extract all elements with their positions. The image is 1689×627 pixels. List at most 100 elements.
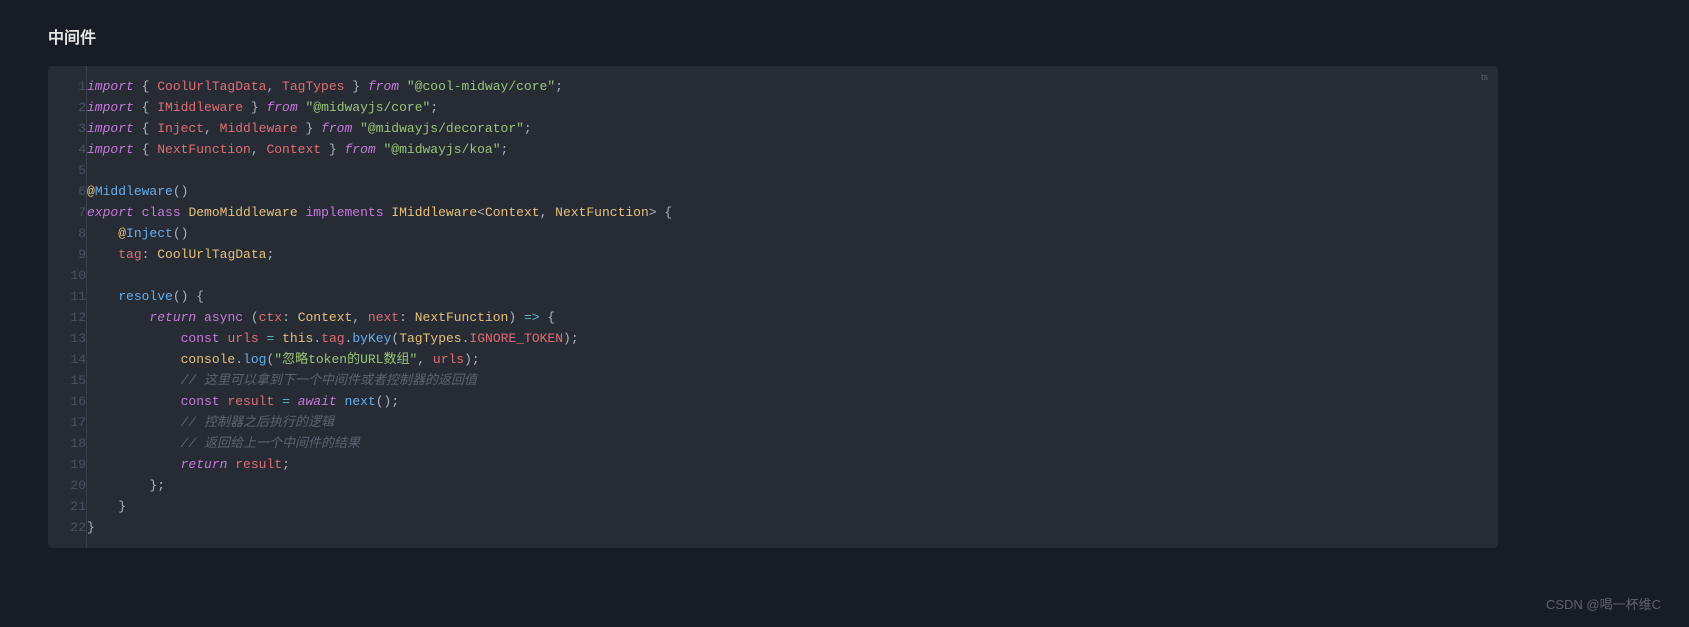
line-number: 1 — [48, 66, 87, 97]
line-number: 7 — [48, 202, 87, 223]
line-number: 21 — [48, 496, 87, 517]
code-listing: 1import { CoolUrlTagData, TagTypes } fro… — [48, 66, 1498, 548]
token: ; — [266, 247, 274, 262]
token — [87, 226, 118, 241]
code-line: 21 } — [48, 496, 1498, 517]
token: , — [266, 79, 282, 94]
token: } — [298, 121, 321, 136]
line-content: // 返回给上一个中间件的结果 — [87, 433, 1499, 454]
code-line: 20 }; — [48, 475, 1498, 496]
line-number: 8 — [48, 223, 87, 244]
token: ); — [563, 331, 579, 346]
token: IMiddleware — [157, 100, 243, 115]
code-line: 10 — [48, 265, 1498, 286]
token: { — [134, 79, 157, 94]
token: result — [235, 457, 282, 472]
token: IMiddleware — [391, 205, 477, 220]
token: Middleware — [95, 184, 173, 199]
code-line: 2import { IMiddleware } from "@midwayjs/… — [48, 97, 1498, 118]
line-number: 4 — [48, 139, 87, 160]
token: ; — [430, 100, 438, 115]
line-number: 14 — [48, 349, 87, 370]
token: Context — [298, 310, 353, 325]
token — [134, 205, 142, 220]
language-tag: ts — [1481, 72, 1488, 82]
token: , — [540, 205, 556, 220]
line-number: 16 — [48, 391, 87, 412]
code-line: 15 // 这里可以拿到下一个中间件或者控制器的返回值 — [48, 370, 1498, 391]
line-content: console.log("忽略token的URL数组", urls); — [87, 349, 1499, 370]
code-line: 8 @Inject() — [48, 223, 1498, 244]
token: < — [477, 205, 485, 220]
line-content: @Inject() — [87, 223, 1499, 244]
line-number: 18 — [48, 433, 87, 454]
token: byKey — [352, 331, 391, 346]
line-number: 10 — [48, 265, 87, 286]
token — [196, 310, 204, 325]
line-number: 20 — [48, 475, 87, 496]
token: , — [251, 142, 267, 157]
token — [274, 331, 282, 346]
token: { — [134, 142, 157, 157]
line-content: return async (ctx: Context, next: NextFu… — [87, 307, 1499, 328]
token — [87, 310, 149, 325]
token: next — [345, 394, 376, 409]
token: ) — [508, 310, 524, 325]
token — [87, 436, 181, 451]
token: this — [282, 331, 313, 346]
code-line: 22} — [48, 517, 1498, 548]
token: "@midwayjs/core" — [305, 100, 430, 115]
line-number: 22 — [48, 517, 87, 548]
token: . — [313, 331, 321, 346]
page: 中间件 ts 1import { CoolUrlTagData, TagType… — [0, 0, 1689, 548]
token: => — [524, 310, 540, 325]
code-line: 3import { Inject, Middleware } from "@mi… — [48, 118, 1498, 139]
line-content: tag: CoolUrlTagData; — [87, 244, 1499, 265]
code-line: 14 console.log("忽略token的URL数组", urls); — [48, 349, 1498, 370]
token: return — [181, 457, 228, 472]
token: } — [321, 142, 344, 157]
line-content: export class DemoMiddleware implements I… — [87, 202, 1499, 223]
token: import — [87, 100, 134, 115]
token — [337, 394, 345, 409]
token: () { — [173, 289, 204, 304]
token: result — [227, 394, 274, 409]
token: from — [368, 79, 399, 94]
line-content: import { IMiddleware } from "@midwayjs/c… — [87, 97, 1499, 118]
token: () — [173, 184, 189, 199]
line-content: }; — [87, 475, 1499, 496]
code-line: 17 // 控制器之后执行的逻辑 — [48, 412, 1498, 433]
token: { — [134, 100, 157, 115]
token — [87, 331, 181, 346]
token: from — [344, 142, 375, 157]
token: implements — [305, 205, 383, 220]
token: : — [399, 310, 415, 325]
token — [87, 247, 118, 262]
token — [352, 121, 360, 136]
token: ); — [464, 352, 480, 367]
token — [87, 289, 118, 304]
token: tag — [321, 331, 344, 346]
token: async — [204, 310, 243, 325]
token: NextFunction — [555, 205, 649, 220]
line-content: // 控制器之后执行的逻辑 — [87, 412, 1499, 433]
token — [87, 457, 181, 472]
line-number: 19 — [48, 454, 87, 475]
token: , — [417, 352, 433, 367]
token: "@midwayjs/koa" — [384, 142, 501, 157]
token: tag — [118, 247, 141, 262]
code-line: 13 const urls = this.tag.byKey(TagTypes.… — [48, 328, 1498, 349]
token: () — [173, 226, 189, 241]
code-line: 5 — [48, 160, 1498, 181]
token: > { — [649, 205, 672, 220]
line-number: 17 — [48, 412, 87, 433]
token: = — [282, 394, 290, 409]
line-content: resolve() { — [87, 286, 1499, 307]
line-content: @Middleware() — [87, 181, 1499, 202]
token: IGNORE_TOKEN — [469, 331, 563, 346]
line-content: } — [87, 496, 1499, 517]
token: from — [266, 100, 297, 115]
token: : — [282, 310, 298, 325]
token: Inject — [157, 121, 204, 136]
token: : — [142, 247, 158, 262]
